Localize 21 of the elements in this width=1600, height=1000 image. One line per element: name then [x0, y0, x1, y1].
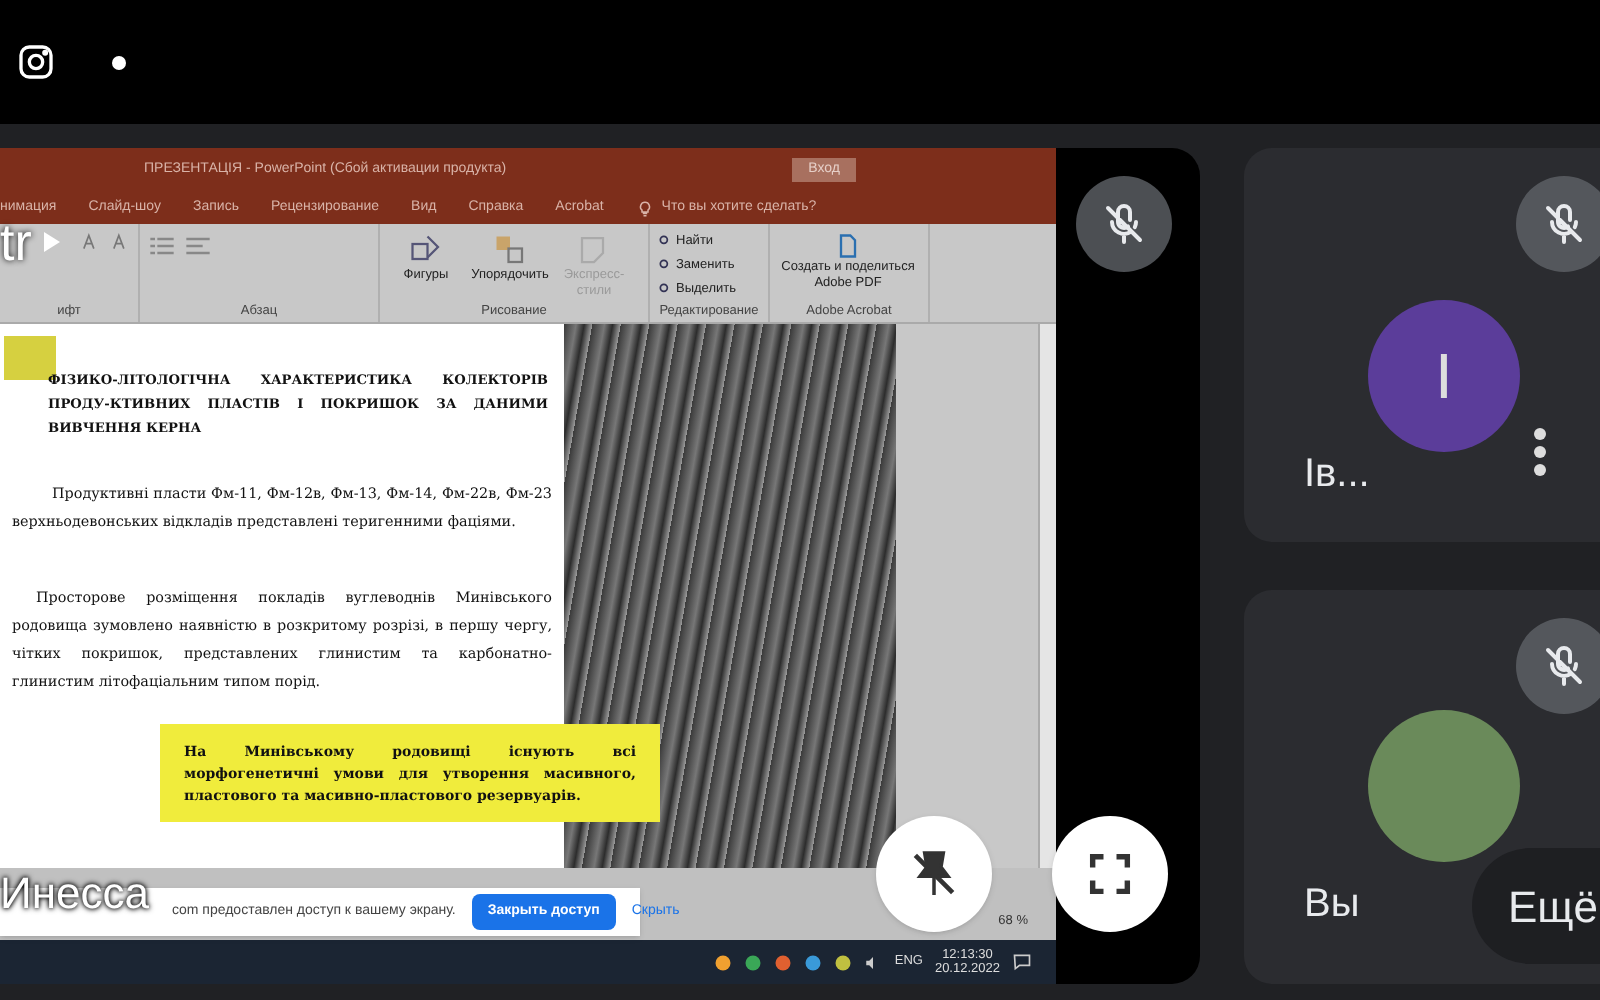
play-icon	[39, 226, 64, 258]
list-icon	[148, 232, 176, 260]
font-shrink-icon	[109, 232, 130, 252]
lightbulb-icon	[635, 199, 654, 217]
notification-icon	[1012, 952, 1032, 972]
avatar-initial: I	[1368, 300, 1520, 452]
mic-off-icon	[1540, 642, 1588, 690]
overlay-text: tr	[0, 216, 32, 268]
more-button[interactable]: Ещё	[1472, 848, 1600, 964]
instagram-icon	[16, 42, 56, 82]
search-icon	[658, 234, 672, 249]
mic-off-icon	[1100, 200, 1148, 248]
align-icon	[184, 232, 212, 260]
participant-name: Ів...	[1304, 450, 1370, 500]
mic-off-icon	[1540, 200, 1588, 248]
participant-name: Вы	[1304, 880, 1360, 930]
fullscreen-icon	[1084, 848, 1136, 900]
arrange-icon	[492, 232, 528, 268]
participant-name: Инесса	[0, 872, 149, 916]
more-options-button[interactable]	[1534, 428, 1546, 476]
pdf-share-icon	[834, 232, 862, 260]
